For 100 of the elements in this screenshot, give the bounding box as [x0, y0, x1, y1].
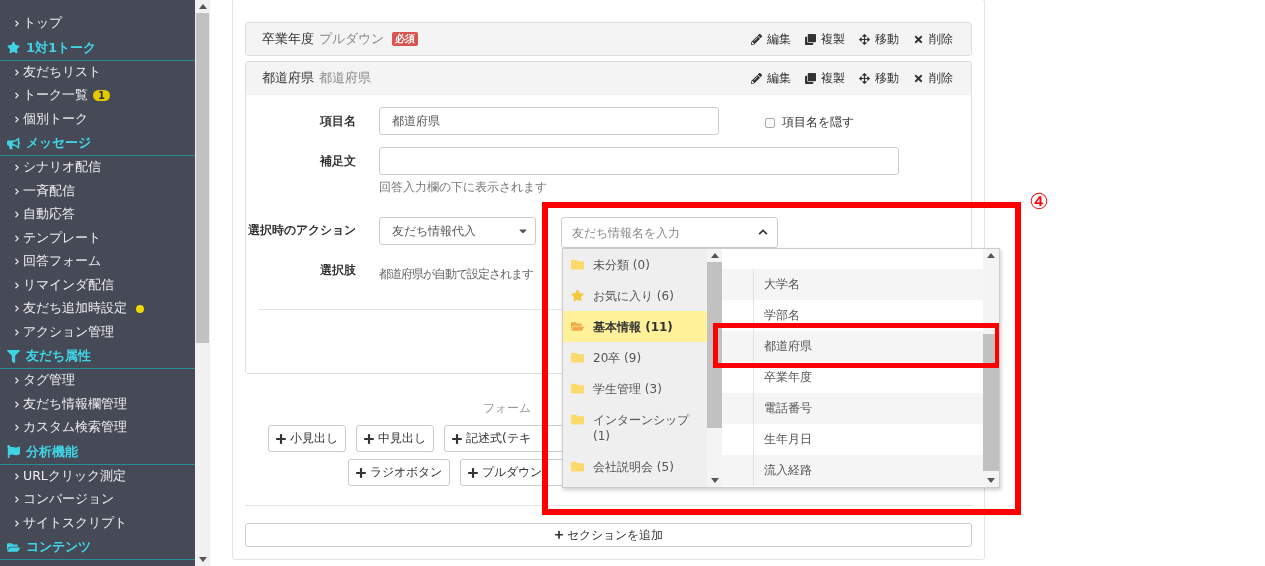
- sidebar-link[interactable]: 自動応答: [0, 203, 195, 227]
- caption-text: フォーム: [483, 400, 531, 417]
- search-field[interactable]: 友だち情報名を入力: [561, 217, 778, 248]
- scrollbar[interactable]: [195, 0, 210, 566]
- text-input[interactable]: [379, 147, 899, 175]
- copy-icon: [805, 72, 816, 84]
- field-option[interactable]: 流入経路: [722, 455, 983, 486]
- checkbox-label: 項目名を隠す: [782, 114, 854, 131]
- add-field-button[interactable]: 小見出し: [268, 425, 346, 452]
- add-section-button[interactable]: セクションを追加: [245, 523, 972, 547]
- arrow-up-icon[interactable]: [710, 253, 719, 258]
- chevron-right-icon: [14, 92, 20, 100]
- count-badge: 1: [93, 90, 110, 102]
- section-heading: メッセージ: [26, 134, 91, 152]
- delete-button[interactable]: 削除: [913, 30, 953, 48]
- folder-icon: [571, 412, 584, 426]
- field-option[interactable]: 都道府県: [722, 331, 983, 362]
- chevron-right-icon: [14, 519, 20, 527]
- sidebar-link[interactable]: カスタム検索管理: [0, 416, 195, 440]
- add-field-button[interactable]: 中見出し: [356, 425, 434, 452]
- field-label: 補足文: [319, 153, 356, 169]
- copy-button[interactable]: 複製: [805, 69, 845, 87]
- copy-icon: [805, 33, 816, 45]
- edit-button[interactable]: 編集: [751, 69, 791, 87]
- scrollbar[interactable]: [707, 249, 722, 487]
- field-header[interactable]: 都道府県 都道府県 編集 複製 移動 削除: [246, 62, 971, 94]
- sidebar-link[interactable]: リマインダ配信: [0, 273, 195, 297]
- field-option[interactable]: 大学名: [722, 269, 983, 300]
- sidebar-link[interactable]: アクション管理: [0, 320, 195, 344]
- chevron-right-icon: [14, 187, 20, 195]
- sidebar-link[interactable]: サイトスクリプト: [0, 511, 195, 535]
- category-item[interactable]: 基本情報 (11): [563, 311, 707, 342]
- category-item[interactable]: 会社説明会 (5): [563, 451, 707, 482]
- plus-icon: [452, 432, 462, 445]
- move-button[interactable]: 移動: [859, 69, 899, 87]
- category-item[interactable]: 未分類 (0): [563, 249, 707, 280]
- sidebar-link[interactable]: URLクリック測定: [0, 464, 195, 488]
- plus-icon: [554, 529, 563, 541]
- chevron-right-icon: [14, 400, 20, 408]
- plus-icon: [355, 466, 366, 479]
- chevron-right-icon: [14, 258, 20, 266]
- field-header[interactable]: 卒業年度 プルダウン 必須 編集 複製 移動 削除: [246, 23, 971, 55]
- plus-icon: [467, 466, 478, 479]
- sidebar-link[interactable]: 個別トーク: [0, 107, 195, 131]
- move-icon: [859, 72, 870, 84]
- field-option[interactable]: 電話番号: [722, 393, 983, 424]
- category-item[interactable]: お気に入り (6): [563, 280, 707, 311]
- section-heading: コンテンツ: [26, 538, 91, 556]
- chevron-right-icon: [14, 211, 20, 219]
- field-label: 選択肢: [319, 262, 356, 278]
- sidebar-link[interactable]: コンバージョン: [0, 488, 195, 512]
- chevron-right-icon: [14, 328, 20, 336]
- field-type: 都道府県: [319, 69, 371, 87]
- sidebar-link[interactable]: トップ: [0, 12, 195, 36]
- sidebar-link[interactable]: 一斉配信: [0, 179, 195, 203]
- sidebar-link[interactable]: 友だち情報欄管理: [0, 392, 195, 416]
- arrow-down-icon[interactable]: [710, 478, 719, 483]
- close-icon: [913, 33, 924, 45]
- sidebar-link[interactable]: 回答フォーム: [0, 250, 195, 274]
- funnel-icon: [7, 349, 20, 363]
- plus-icon: [276, 432, 286, 445]
- plus-icon: [364, 432, 374, 445]
- edit-button[interactable]: 編集: [751, 30, 791, 48]
- arrow-up-icon[interactable]: [198, 4, 207, 9]
- chevron-right-icon: [14, 281, 20, 289]
- sidebar-link[interactable]: シナリオ配信: [0, 156, 195, 180]
- add-field-button[interactable]: ラジオボタン: [347, 459, 450, 486]
- section-heading: 分析機能: [26, 442, 78, 461]
- close-icon: [913, 72, 924, 84]
- sidebar-link[interactable]: 友だち追加時設定: [0, 297, 195, 321]
- category-item[interactable]: インターンシップ (1): [563, 404, 707, 451]
- text-input[interactable]: 都道府県: [379, 107, 719, 135]
- sidebar-link[interactable]: トーク一覧 1: [0, 84, 195, 108]
- arrow-up-icon[interactable]: [987, 253, 995, 258]
- folder-icon: [571, 350, 584, 364]
- hint-text: 回答入力欄の下に表示されます: [379, 180, 548, 195]
- action-select[interactable]: 友だち情報代入: [379, 217, 536, 245]
- delete-button[interactable]: 削除: [913, 69, 953, 87]
- field-label: 選択時のアクション: [247, 222, 356, 238]
- megaphone-icon: [7, 136, 20, 150]
- chevron-right-icon: [14, 234, 20, 242]
- chevron-right-icon: [14, 472, 20, 480]
- chevron-right-icon: [14, 68, 20, 76]
- sidebar-link[interactable]: タグ管理: [0, 369, 195, 393]
- copy-button[interactable]: 複製: [805, 30, 845, 48]
- section-heading: 友だち属性: [26, 347, 91, 365]
- move-icon: [859, 33, 870, 45]
- category-item[interactable]: 学生管理 (3): [563, 373, 707, 404]
- sidebar-link[interactable]: 友だちリスト: [0, 60, 195, 84]
- flag-icon: [7, 445, 20, 458]
- chevron-right-icon: [14, 424, 20, 432]
- checkbox[interactable]: [765, 117, 775, 128]
- folder-icon: [571, 257, 584, 271]
- scrollbar[interactable]: [983, 249, 999, 487]
- move-button[interactable]: 移動: [859, 30, 899, 48]
- category-item[interactable]: 20卒 (9): [563, 342, 707, 373]
- sidebar-link[interactable]: テンプレート: [0, 226, 195, 250]
- arrow-down-icon[interactable]: [987, 478, 995, 483]
- arrow-down-icon[interactable]: [198, 557, 207, 562]
- chevron-right-icon: [14, 115, 20, 123]
